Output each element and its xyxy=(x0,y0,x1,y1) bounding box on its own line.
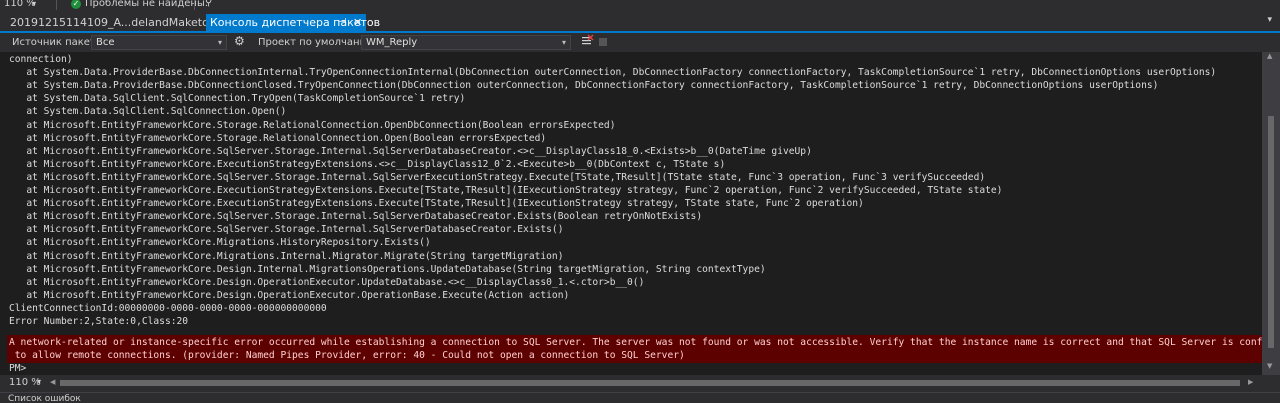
console-output[interactable]: connection) at System.Data.ProviderBase.… xyxy=(0,52,1280,375)
default-project-label: Проект по умолчанию: xyxy=(258,37,378,48)
console-line: at System.Data.SqlClient.SqlConnection.O… xyxy=(9,106,287,118)
separator xyxy=(194,0,195,10)
console-line: at Microsoft.EntityFrameworkCore.SqlServ… xyxy=(9,224,564,236)
chevron-down-icon: ▾ xyxy=(561,38,566,47)
horizontal-scroll-thumb[interactable] xyxy=(60,380,1240,386)
console-line: ClientConnectionId:00000000-0000-0000-00… xyxy=(9,302,327,314)
console-line: Error Number:2,State:0,Class:20 xyxy=(9,316,189,327)
clear-console-icon[interactable] xyxy=(580,34,594,48)
console-line: at Microsoft.EntityFrameworkCore.Migrati… xyxy=(9,250,564,262)
check-circle-icon: ✓ xyxy=(71,0,81,9)
zoom-level[interactable]: 110 % xyxy=(9,377,41,388)
default-project-value: WM_Reply xyxy=(366,37,418,48)
close-icon[interactable]: ✕ xyxy=(353,14,362,31)
console-line: at Microsoft.EntityFrameworkCore.SqlServ… xyxy=(9,171,986,183)
console-line: at Microsoft.EntityFrameworkCore.SqlServ… xyxy=(9,211,703,223)
package-source-value: Все xyxy=(96,37,115,48)
console-line: at Microsoft.EntityFrameworkCore.Executi… xyxy=(9,185,1003,196)
zoom-level[interactable]: 110 % xyxy=(4,0,36,9)
pin-icon[interactable]: ⊣ xyxy=(338,14,347,31)
chevron-down-icon[interactable]: ▾ xyxy=(32,0,36,9)
tab-bar: 20191215114109_A...delandMaketoDb.cs Кон… xyxy=(0,12,1280,33)
tab-package-manager-console[interactable]: Консоль диспетчера пакетов ⊣ ✕ xyxy=(206,14,380,33)
scroll-down-icon[interactable]: ▼ xyxy=(1267,362,1272,370)
console-line: at Microsoft.EntityFrameworkCore.Migrati… xyxy=(9,237,431,249)
console-line: at Microsoft.EntityFrameworkCore.Storage… xyxy=(9,119,616,131)
console-line: at Microsoft.EntityFrameworkCore.Design.… xyxy=(9,289,570,301)
package-source-dropdown[interactable]: Все ▾ xyxy=(91,35,227,50)
console-line: at Microsoft.EntityFrameworkCore.Executi… xyxy=(9,158,726,170)
console-line: at System.Data.SqlClient.SqlConnection.T… xyxy=(9,93,466,105)
console-line: at System.Data.ProviderBase.DbConnection… xyxy=(9,67,1217,79)
console-prompt[interactable]: PM> xyxy=(9,362,26,375)
tab-migration-file[interactable]: 20191215114109_A...delandMaketoDb.cs xyxy=(6,14,240,31)
scroll-right-icon[interactable]: ▶ xyxy=(1248,378,1253,386)
default-project-dropdown[interactable]: WM_Reply ▾ xyxy=(361,35,571,50)
console-line: at Microsoft.EntityFrameworkCore.Design.… xyxy=(9,276,645,288)
separator xyxy=(56,0,57,10)
console-toolbar: Источник пакета: Все ▾ ⚙ Проект по умолч… xyxy=(0,33,1280,52)
scroll-up-icon[interactable]: ▲ xyxy=(1267,52,1272,60)
bottom-bar: 110 % ▾ ◀ ▶ xyxy=(0,375,1280,392)
chevron-down-icon[interactable]: ▾ xyxy=(37,377,41,386)
chevron-down-icon: ▾ xyxy=(217,38,222,47)
console-line: at System.Data.ProviderBase.DbConnection… xyxy=(9,80,1159,92)
error-list-title: Список ошибок xyxy=(8,394,81,403)
vertical-scrollbar[interactable]: ▲ ▼ xyxy=(1262,52,1280,375)
console-line: at Microsoft.EntityFrameworkCore.SqlServ… xyxy=(9,145,812,157)
gear-icon[interactable]: ⚙ xyxy=(234,34,245,48)
error-line: to allow remote connections. (provider: … xyxy=(9,350,685,361)
scroll-left-icon[interactable]: ◀ xyxy=(50,378,55,386)
error-line: A network-related or instance-specific e… xyxy=(9,337,1280,348)
console-line: at Microsoft.EntityFrameworkCore.Design.… xyxy=(9,263,766,275)
console-line: at Microsoft.EntityFrameworkCore.Executi… xyxy=(9,198,864,210)
brush-icon[interactable]: ⚲ xyxy=(205,0,212,8)
console-line: connection) xyxy=(9,54,73,65)
tab-overflow-icon[interactable]: ▾ xyxy=(1267,15,1272,25)
console-line: at Microsoft.EntityFrameworkCore.Storage… xyxy=(9,132,547,144)
top-toolbar: 110 % ▾ ✓ Проблемы не найдены. ⚲ xyxy=(0,0,1280,12)
stop-icon[interactable] xyxy=(599,38,607,46)
issues-status[interactable]: Проблемы не найдены. xyxy=(85,0,208,9)
scroll-thumb[interactable] xyxy=(1268,116,1274,348)
error-list-panel-header[interactable]: Список ошибок xyxy=(0,392,1280,403)
